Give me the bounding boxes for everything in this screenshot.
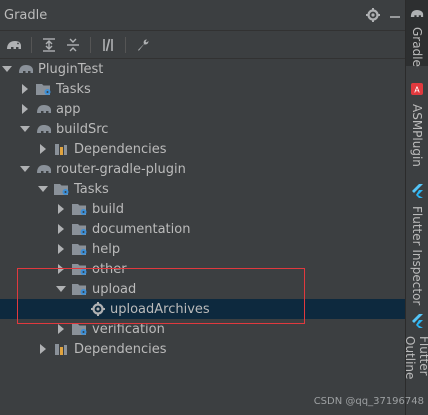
task-folder-icon (72, 221, 88, 237)
tree-node-label: other (92, 261, 127, 277)
gradle-elephant-icon (36, 161, 52, 177)
svg-text:A: A (414, 86, 420, 95)
settings-gear-icon[interactable] (362, 4, 384, 26)
task-folder-icon (72, 321, 88, 337)
sidebar-tab-gradle[interactable]: Gradle (406, 0, 428, 67)
tree-node-buildsrc[interactable]: buildSrc (0, 119, 406, 139)
expanded-arrow-icon[interactable] (56, 284, 66, 294)
tree-node-build[interactable]: build (0, 199, 406, 219)
task-folder-icon (36, 81, 52, 97)
sidebar-tab-label: Flutter Inspector (410, 206, 424, 306)
toolbar-separator (31, 36, 32, 53)
task-folder-icon (72, 201, 88, 217)
tree-node-buildsrc-dependencies[interactable]: Dependencies (0, 139, 406, 159)
tree-node-documentation[interactable]: documentation (0, 219, 406, 239)
tree-node-router-tasks[interactable]: Tasks (0, 179, 406, 199)
tree-node-upload[interactable]: upload (0, 279, 406, 299)
collapsed-arrow-icon[interactable] (56, 324, 66, 334)
toggle-offline-icon[interactable] (96, 33, 120, 57)
task-folder-icon (72, 281, 88, 297)
tree-node-router-dependencies[interactable]: Dependencies (0, 339, 406, 359)
sidebar-tab-label: Gradle (410, 27, 424, 67)
wrench-icon[interactable] (131, 33, 155, 57)
watermark-text: CSDN @qq_37196748 (313, 396, 424, 407)
dependencies-icon (54, 141, 70, 157)
tree-node-label: Tasks (56, 81, 91, 97)
asm-plugin-icon: A (410, 82, 424, 100)
task-folder-icon (72, 261, 88, 277)
tree-node-router-gradle-plugin[interactable]: router-gradle-plugin (0, 159, 406, 179)
tree-node-verification[interactable]: verification (0, 319, 406, 339)
collapsed-arrow-icon[interactable] (56, 224, 66, 234)
collapsed-arrow-icon[interactable] (20, 84, 30, 94)
tree-node-label: PluginTest (38, 61, 104, 77)
gradle-elephant-icon (36, 121, 52, 137)
dependencies-icon (54, 341, 70, 357)
tree-node-uploadarchives[interactable]: uploadArchives (0, 299, 406, 319)
flutter-icon (411, 314, 423, 332)
tree-node-tasks[interactable]: Tasks (0, 79, 406, 99)
tree-node-label: Dependencies (74, 341, 167, 357)
tree-node-label: buildSrc (56, 121, 109, 137)
gradle-elephant-icon (410, 8, 424, 23)
flutter-icon (411, 184, 423, 202)
panel-title: Gradle (4, 7, 48, 23)
tool-window-sidebar: Gradle A ASMPlugin Flutter Inspector Flu… (403, 0, 428, 415)
tree-node-label: Tasks (74, 181, 109, 197)
task-folder-icon (54, 181, 70, 197)
gradle-panel-header: Gradle (0, 0, 406, 30)
expanded-arrow-icon[interactable] (20, 164, 30, 174)
tree-node-label: uploadArchives (110, 301, 210, 317)
task-gear-icon (90, 301, 106, 317)
toolbar-separator (90, 36, 91, 53)
expand-all-icon[interactable] (37, 33, 61, 57)
tree-node-label: upload (92, 281, 137, 297)
sidebar-tab-flutter-inspector[interactable]: Flutter Inspector (406, 182, 428, 312)
tree-node-app[interactable]: app (0, 99, 406, 119)
task-folder-icon (72, 241, 88, 257)
collapsed-arrow-icon[interactable] (56, 244, 66, 254)
tree-node-help[interactable]: help (0, 239, 406, 259)
gradle-elephant-icon (18, 61, 34, 77)
tree-node-label: router-gradle-plugin (56, 161, 186, 177)
collapsed-arrow-icon[interactable] (56, 264, 66, 274)
collapsed-arrow-icon[interactable] (38, 344, 48, 354)
expanded-arrow-icon[interactable] (38, 184, 48, 194)
tree-node-label: verification (92, 321, 165, 337)
tree-node-label: help (92, 241, 121, 257)
gradle-tree: PluginTest Tasks app buildSrc Dependenci… (0, 59, 406, 359)
gradle-elephant-icon[interactable] (2, 33, 26, 57)
tree-node-label: documentation (92, 221, 191, 237)
sidebar-tab-label: ASMPlugin (410, 104, 424, 167)
collapse-all-icon[interactable] (61, 33, 85, 57)
sidebar-tab-asmplugin[interactable]: A ASMPlugin (406, 80, 428, 180)
expanded-arrow-icon[interactable] (20, 124, 30, 134)
toolbar-separator (125, 36, 126, 53)
tree-node-label: app (56, 101, 81, 117)
gradle-elephant-icon (36, 101, 52, 117)
tree-node-other[interactable]: other (0, 259, 406, 279)
tree-node-label: build (92, 201, 124, 217)
minimize-icon[interactable] (384, 4, 406, 26)
tree-node-plugintest[interactable]: PluginTest (0, 59, 406, 79)
tree-node-label: Dependencies (74, 141, 167, 157)
collapsed-arrow-icon[interactable] (20, 104, 30, 114)
collapsed-arrow-icon[interactable] (38, 144, 48, 154)
gradle-toolbar (0, 30, 406, 59)
collapsed-arrow-icon[interactable] (56, 204, 66, 214)
expanded-arrow-icon[interactable] (2, 64, 12, 74)
